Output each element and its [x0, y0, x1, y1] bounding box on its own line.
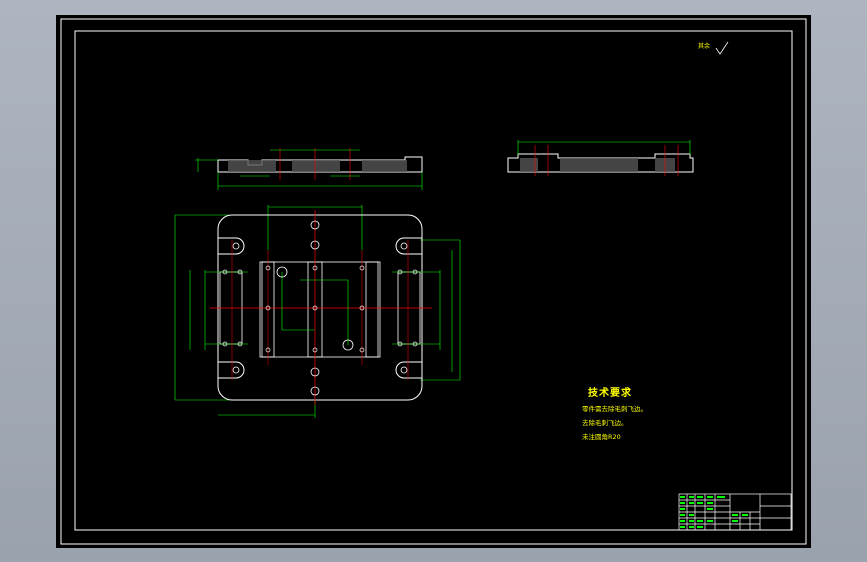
- cad-drawing: [56, 15, 811, 548]
- section-hatch-right: [362, 160, 407, 172]
- tech-requirement-line-2: 去除毛刺飞边。: [582, 419, 628, 427]
- side-hatch-2: [560, 158, 638, 172]
- roughness-label: 其余: [698, 43, 711, 50]
- drawing-sheet: [56, 15, 811, 548]
- section-hatch-left: [228, 160, 276, 172]
- tech-requirement-line-1: 零件需去除毛刺飞边。: [582, 405, 647, 413]
- tech-requirements-title: 技术要求: [588, 388, 632, 399]
- section-hatch-mid: [292, 160, 340, 172]
- tech-requirement-line-3: 未注圆角R20: [582, 433, 621, 441]
